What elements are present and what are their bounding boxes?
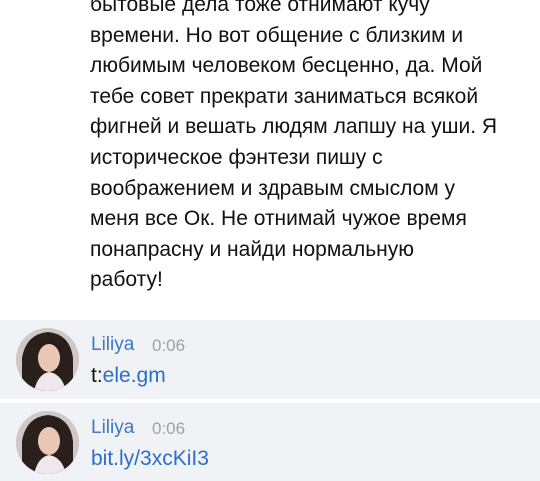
avatar[interactable]: [16, 328, 79, 391]
message-text: бытовые дела тоже отнимают кучу времени.…: [90, 0, 498, 292]
message-text: t:ele.gm: [91, 364, 166, 388]
text-prefix: t:: [91, 364, 103, 387]
message-link[interactable]: bit.ly/3xcKiI3: [91, 447, 209, 471]
message-item[interactable]: Liliya 0:06 t:ele.gm: [0, 320, 540, 399]
author-name[interactable]: Liliya: [91, 417, 134, 439]
message-continued: бытовые дела тоже отнимают кучу времени.…: [0, 0, 540, 318]
message-time[interactable]: 0:06: [152, 336, 185, 356]
author-name[interactable]: Liliya: [91, 334, 134, 356]
message-link[interactable]: ele.gm: [103, 364, 166, 387]
user-avatar-icon: [16, 328, 79, 391]
user-avatar-icon: [16, 411, 79, 474]
chat-history: бытовые дела тоже отнимают кучу времени.…: [0, 0, 540, 481]
message-time[interactable]: 0:06: [152, 419, 185, 439]
message-item[interactable]: Liliya 0:06 bit.ly/3xcKiI3: [0, 403, 540, 481]
avatar[interactable]: [16, 411, 79, 474]
